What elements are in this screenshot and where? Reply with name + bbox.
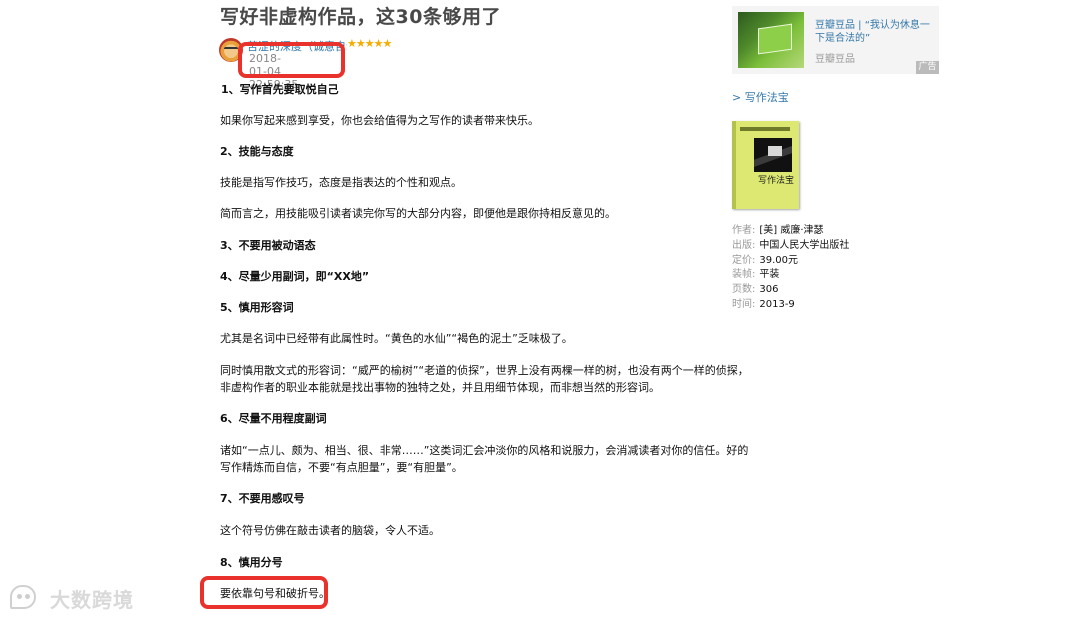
book-meta-date: 时间: 2013-9 <box>732 297 795 312</box>
article-paragraph: 要依靠句号和破折号。 <box>220 587 330 600</box>
ad-source: 豆瓣豆品 <box>815 54 855 65</box>
ad-title-link[interactable]: 豆瓣豆品 | “我认为休息一下是合法的” <box>815 19 933 45</box>
article-heading: 2、技能与态度 <box>220 145 294 158</box>
meta-key: 装帧: <box>732 269 756 280</box>
meta-value: 中国人民大学出版社 <box>759 240 850 251</box>
rating-stars: ★★★★★ <box>347 37 392 50</box>
article-paragraph: 这个符号仿佛在敲击读者的脑袋，令人不适。 <box>220 524 440 537</box>
article-title: 写好非虚构作品，这30条够用了 <box>220 6 501 28</box>
article-paragraph: 写作精炼而自信，不要“有点胆量”，要“有胆量”。 <box>220 461 463 474</box>
article-heading: 6、尽量不用程度副词 <box>220 412 327 425</box>
meta-key: 出版: <box>732 240 756 251</box>
book-meta-publisher: 出版: 中国人民大学出版社 <box>732 238 849 253</box>
cover-band <box>740 127 790 131</box>
article-paragraph: 尤其是名词中已经带有此属性时。“黄色的水仙”“褐色的泥土”乏味极了。 <box>220 332 573 345</box>
meta-value: 306 <box>759 284 779 295</box>
book-meta-price: 定价: 39.00元 <box>732 253 798 268</box>
book-meta-binding: 装帧: 平装 <box>732 267 779 282</box>
meta-value: 2013-9 <box>759 299 795 310</box>
article-heading: 5、慎用形容词 <box>220 301 294 314</box>
meta-key: 页数: <box>732 284 756 295</box>
book-meta-pages: 页数: 306 <box>732 282 778 297</box>
book-spine <box>732 121 736 209</box>
article-paragraph: 简而言之，用技能吸引读者读完你写的大部分内容，即便他是跟你持相反意见的。 <box>220 207 616 220</box>
article-paragraph: 如果你写起来感到享受，你也会给值得为之写作的读者带来快乐。 <box>220 114 539 127</box>
watermark: 大数跨境 <box>6 582 146 614</box>
author-avatar[interactable] <box>219 38 243 62</box>
ad-thumbnail[interactable] <box>738 12 804 68</box>
meta-key: 作者: <box>732 225 756 236</box>
article-heading: 1、写作首先要取悦自己 <box>221 83 339 96</box>
article-paragraph: 技能是指写作技巧，态度是指表达的个性和观点。 <box>220 176 462 189</box>
article-paragraph: 非虚构作者的职业本能就是找出事物的独特之处，并且用细节体现，而非想当然的形容词。 <box>220 381 660 394</box>
meta-value: 平装 <box>759 269 780 280</box>
article-heading: 7、不要用感叹号 <box>220 492 305 505</box>
meta-value: 39.00元 <box>759 255 799 266</box>
cover-title: 写作法宝 <box>758 176 795 186</box>
sidebar-ad[interactable]: 豆瓣豆品 | “我认为休息一下是合法的” 豆瓣豆品 广告 <box>732 6 939 74</box>
article-heading: 8、慎用分号 <box>220 556 283 569</box>
meta-value[interactable]: [美] 威廉·津瑟 <box>759 225 823 236</box>
meta-key: 定价: <box>732 255 756 266</box>
book-cover[interactable]: 写作法宝 <box>732 121 799 209</box>
book-meta-author: 作者: [美] 威廉·津瑟 <box>732 223 824 238</box>
watermark-logo-icon <box>10 585 36 609</box>
ad-badge: 广告 <box>916 61 939 74</box>
flag-image <box>758 23 792 55</box>
book-section-link[interactable]: > 写作法宝 <box>732 89 789 105</box>
watermark-text: 大数跨境 <box>50 588 134 612</box>
cover-photo <box>754 138 792 172</box>
article-heading: 4、尽量少用副词，即“XX地” <box>220 270 370 283</box>
article-heading: 3、不要用被动语态 <box>220 239 316 252</box>
meta-key: 时间: <box>732 299 756 310</box>
